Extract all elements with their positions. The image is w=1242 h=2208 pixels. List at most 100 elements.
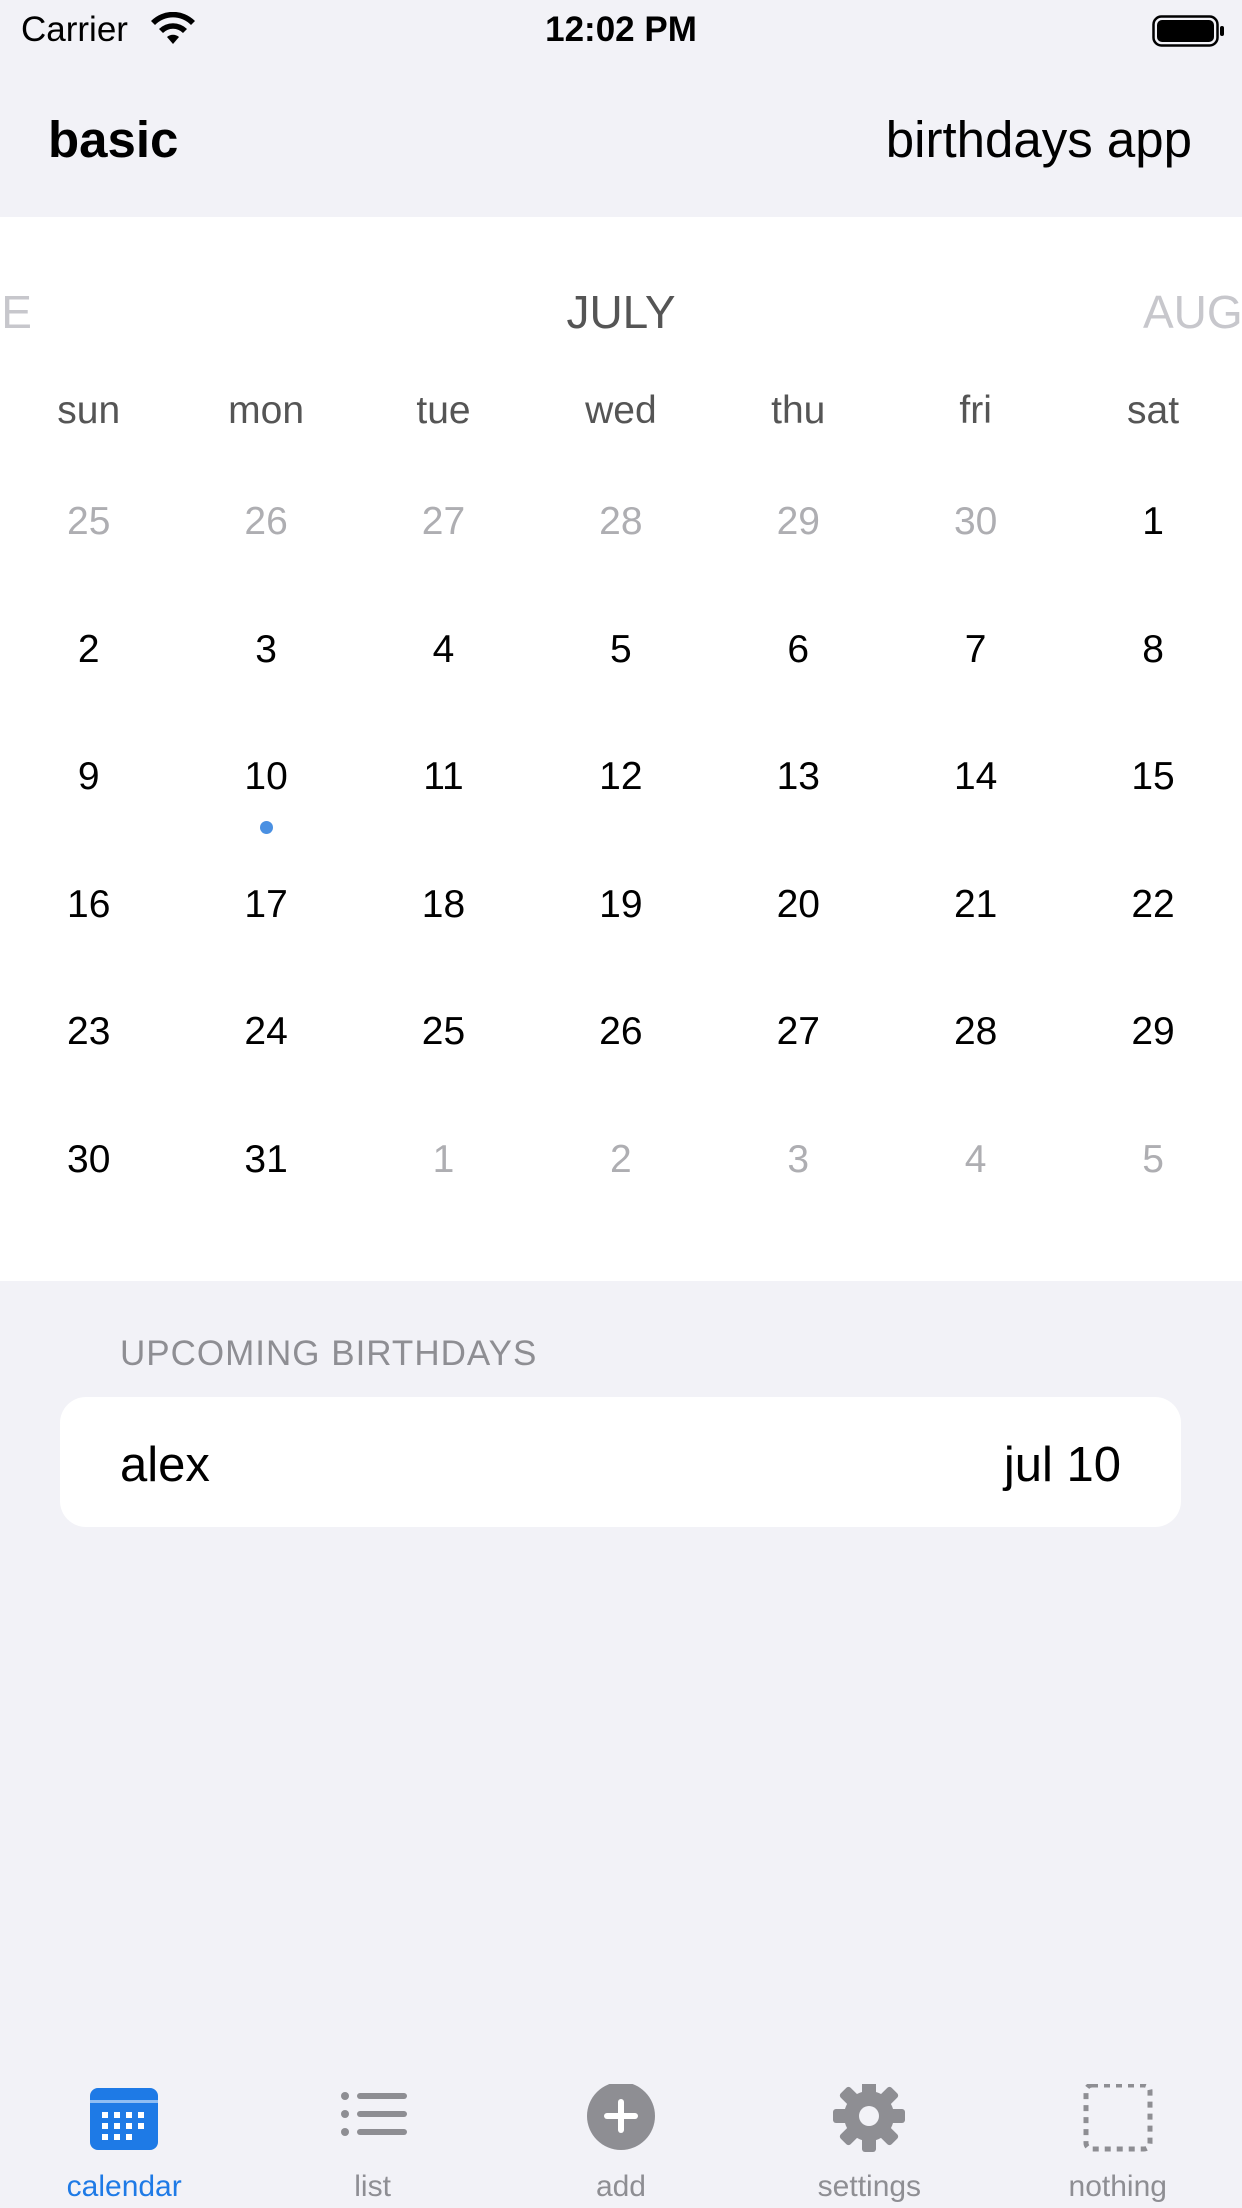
calendar-day-number: 10 xyxy=(244,755,288,799)
tab-label-add: add xyxy=(595,2170,646,2203)
calendar-day[interactable]: 17 xyxy=(177,883,354,1011)
calendar-day-number: 28 xyxy=(599,500,643,543)
weekday-label: thu xyxy=(771,389,826,432)
calendar-day[interactable]: 19 xyxy=(532,883,709,1011)
nav-title-app: birthdays app xyxy=(885,111,1192,168)
calendar-day[interactable]: 21 xyxy=(887,883,1064,1011)
weekday-label: sat xyxy=(1127,389,1180,432)
tab-label-list: list xyxy=(354,2170,391,2203)
tab-nothing[interactable]: nothing xyxy=(994,2060,1242,2208)
calendar-day[interactable]: 3 xyxy=(710,1138,887,1266)
calendar-day-number: 12 xyxy=(599,755,643,799)
calendar-day[interactable]: 8 xyxy=(1064,628,1241,756)
tab-settings[interactable]: settings xyxy=(745,2060,993,2208)
calendar-day-number: 31 xyxy=(244,1137,288,1181)
calendar-day-number: 1 xyxy=(1142,500,1164,543)
list-icon xyxy=(337,2084,409,2156)
calendar-day-number: 4 xyxy=(432,627,455,671)
calendar-day-number: 8 xyxy=(1142,627,1164,671)
calendar-day[interactable]: 2 xyxy=(532,1138,709,1266)
status-bar: Carrier 12:02 PM xyxy=(0,0,1242,62)
calendar-day[interactable]: 13 xyxy=(710,755,887,883)
calendar-day-number: 30 xyxy=(953,500,998,543)
calendar-day[interactable]: 25 xyxy=(0,500,177,628)
calendar-day[interactable]: 20 xyxy=(710,883,887,1011)
calendar-icon xyxy=(88,2084,160,2156)
calendar-day[interactable]: 28 xyxy=(887,1010,1064,1138)
tab-list[interactable]: list xyxy=(248,2060,496,2208)
calendar-day[interactable]: 27 xyxy=(710,1010,887,1138)
calendar-day[interactable]: 5 xyxy=(1064,1138,1241,1266)
calendar-day-number: 29 xyxy=(1131,1010,1175,1054)
calendar-day[interactable]: 2 xyxy=(0,628,177,756)
app-screen: Carrier 12:02 PM basic birthdays app NE … xyxy=(0,0,1242,2208)
calendar-day[interactable]: 30 xyxy=(887,500,1064,628)
calendar-day-number: 25 xyxy=(421,1010,466,1054)
calendar-day[interactable]: 23 xyxy=(0,1010,177,1138)
calendar-day-number: 29 xyxy=(776,500,820,543)
calendar-day[interactable]: 4 xyxy=(887,1138,1064,1266)
calendar-day-number: 5 xyxy=(610,627,632,671)
calendar-day[interactable]: 26 xyxy=(177,500,354,628)
calendar-day[interactable]: 31 xyxy=(177,1138,354,1266)
calendar-day[interactable]: 29 xyxy=(710,500,887,628)
tab-label-settings: settings xyxy=(817,2170,922,2203)
calendar-day[interactable]: 18 xyxy=(355,883,532,1011)
calendar-day[interactable]: 10 xyxy=(177,755,354,883)
weekday-label: wed xyxy=(585,389,657,432)
tab-label-nothing: nothing xyxy=(1068,2170,1167,2203)
calendar-day-number: 18 xyxy=(421,882,466,926)
calendar-day[interactable]: 26 xyxy=(532,1010,709,1138)
battery-icon xyxy=(1152,14,1226,53)
calendar-view[interactable]: NE JULY AUG sun mon tue wed thu fri sat … xyxy=(0,217,1242,1281)
weekday-label: sun xyxy=(57,389,121,432)
calendar-day[interactable]: 1 xyxy=(1064,500,1241,628)
calendar-day-number: 27 xyxy=(421,500,466,543)
calendar-day-number: 2 xyxy=(77,627,100,671)
dashed-square-icon xyxy=(1082,2082,1154,2156)
calendar-day[interactable]: 30 xyxy=(0,1138,177,1266)
calendar-day[interactable]: 22 xyxy=(1064,883,1241,1011)
calendar-day-number: 19 xyxy=(599,882,643,926)
calendar-day-number: 6 xyxy=(787,627,810,671)
calendar-day[interactable]: 16 xyxy=(0,883,177,1011)
tab-bar: calendar list add settings nothing xyxy=(0,2060,1242,2208)
calendar-day[interactable]: 29 xyxy=(1064,1010,1241,1138)
calendar-day-number: 9 xyxy=(77,755,100,799)
calendar-day-number: 30 xyxy=(67,1137,111,1181)
calendar-day[interactable]: 24 xyxy=(177,1010,354,1138)
calendar-day[interactable]: 14 xyxy=(887,755,1064,883)
calendar-day[interactable]: 5 xyxy=(532,628,709,756)
nav-bar: basic birthdays app xyxy=(0,100,1242,180)
weekday-label: fri xyxy=(959,389,992,432)
calendar-day-number: 26 xyxy=(244,500,288,543)
next-month-label[interactable]: AUG xyxy=(1143,285,1242,339)
calendar-day[interactable]: 28 xyxy=(532,500,709,628)
calendar-day[interactable]: 1 xyxy=(355,1138,532,1266)
current-month-label: JULY xyxy=(566,286,676,338)
calendar-day-number: 24 xyxy=(244,1010,288,1054)
calendar-day-number: 3 xyxy=(787,1137,810,1181)
tab-calendar[interactable]: calendar xyxy=(0,2060,248,2208)
calendar-day[interactable]: 6 xyxy=(710,628,887,756)
calendar-day-number: 3 xyxy=(255,627,277,671)
calendar-day[interactable]: 3 xyxy=(177,628,354,756)
tab-label-calendar: calendar xyxy=(66,2170,182,2203)
calendar-day[interactable]: 25 xyxy=(355,1010,532,1138)
calendar-day-number: 26 xyxy=(599,1010,643,1054)
calendar-day-number: 25 xyxy=(67,500,111,543)
birthday-list-item[interactable]: alex jul 10 xyxy=(60,1397,1181,1527)
upcoming-birthdays-header: UPCOMING BIRTHDAYS xyxy=(120,1334,538,1373)
calendar-day-number: 14 xyxy=(953,755,998,799)
calendar-day-number: 17 xyxy=(244,882,288,926)
calendar-day[interactable]: 7 xyxy=(887,628,1064,756)
tab-add[interactable]: add xyxy=(497,2060,745,2208)
calendar-day[interactable]: 11 xyxy=(355,755,532,883)
calendar-day[interactable]: 15 xyxy=(1064,755,1241,883)
calendar-day[interactable]: 9 xyxy=(0,755,177,883)
calendar-day-number: 22 xyxy=(1131,882,1175,926)
calendar-day[interactable]: 4 xyxy=(355,628,532,756)
calendar-day[interactable]: 27 xyxy=(355,500,532,628)
calendar-day[interactable]: 12 xyxy=(532,755,709,883)
gear-icon xyxy=(833,2080,906,2156)
